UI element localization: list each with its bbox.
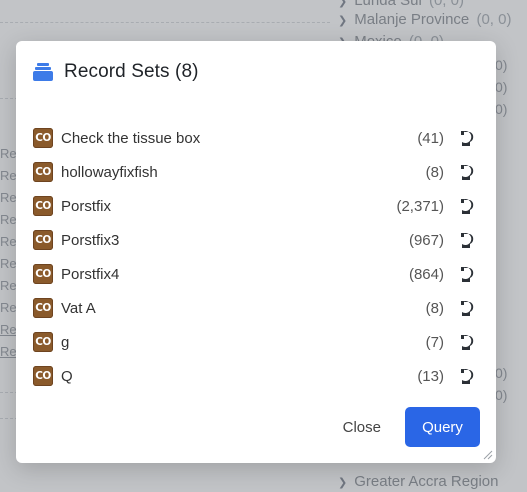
record-set-row[interactable]: CO Check the tissue box (41) [33, 121, 477, 155]
query-icon[interactable] [459, 230, 477, 250]
collection-object-icon: CO [33, 162, 53, 182]
dialog-header: Record Sets (8) [33, 61, 199, 83]
query-icon[interactable] [459, 264, 477, 284]
record-set-row[interactable]: CO Porstfix4 (864) [33, 257, 477, 291]
collection-object-icon: CO [33, 128, 53, 148]
record-set-row[interactable]: CO Vat A (8) [33, 291, 477, 325]
record-set-row[interactable]: CO Porstfix3 (967) [33, 223, 477, 257]
record-set-name[interactable]: Porstfix3 [61, 232, 409, 249]
collection-object-icon: CO [33, 332, 53, 352]
collection-object-icon: CO [33, 298, 53, 318]
record-set-count: (13) [417, 367, 444, 385]
record-set-count: (967) [408, 231, 444, 249]
record-set-name[interactable]: hollowayfixfish [61, 164, 426, 181]
record-set-name[interactable]: Porstfix4 [61, 266, 409, 283]
collection-object-icon: CO [33, 196, 53, 216]
query-icon[interactable] [459, 332, 477, 352]
query-icon[interactable] [459, 196, 477, 216]
close-button[interactable]: Close [333, 411, 391, 444]
record-set-row[interactable]: CO hollowayfixfish (8) [33, 155, 477, 189]
record-set-row[interactable]: CO g (7) [33, 325, 477, 359]
collection-object-icon: CO [33, 366, 53, 386]
query-button[interactable]: Query [405, 407, 480, 447]
record-set-stack-icon [33, 63, 53, 81]
query-icon[interactable] [459, 298, 477, 318]
record-set-count: (8) [425, 163, 444, 181]
record-set-name[interactable]: g [61, 334, 426, 351]
record-set-count: (7) [425, 333, 444, 351]
record-set-row[interactable]: CO Porstfix (2,371) [33, 189, 477, 223]
record-sets-dialog: Record Sets (8) CO Check the tissue box … [16, 41, 496, 463]
dialog-title: Record Sets (8) [64, 61, 199, 82]
dialog-footer: Close Query [333, 407, 480, 447]
collection-object-icon: CO [33, 230, 53, 250]
record-set-count: (2,371) [396, 197, 444, 215]
record-set-list: CO Check the tissue box (41) CO holloway… [33, 121, 477, 393]
record-set-row[interactable]: CO Q (13) [33, 359, 477, 393]
record-set-count: (41) [417, 129, 444, 147]
record-set-name[interactable]: Vat A [61, 300, 426, 317]
record-set-name[interactable]: Porstfix [61, 198, 396, 215]
query-icon[interactable] [459, 162, 477, 182]
resize-handle-icon[interactable] [483, 450, 493, 460]
record-set-count: (8) [425, 299, 444, 317]
collection-object-icon: CO [33, 264, 53, 284]
query-icon[interactable] [459, 366, 477, 386]
record-set-count: (864) [408, 265, 444, 283]
query-icon[interactable] [459, 128, 477, 148]
record-set-name[interactable]: Q [61, 368, 417, 385]
record-set-name[interactable]: Check the tissue box [61, 130, 417, 147]
